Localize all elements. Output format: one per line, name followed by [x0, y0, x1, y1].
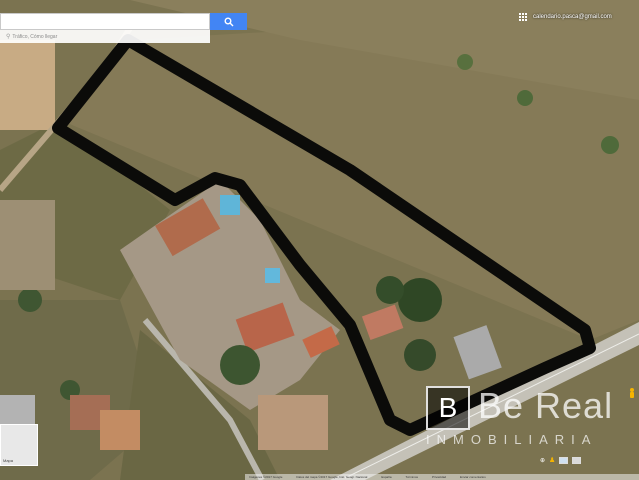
account-bar: calendario.pasca@gmail.com: [519, 13, 612, 21]
map-layer-toggle[interactable]: Mapa: [0, 424, 38, 466]
attribution-bar: Imágenes ©2017 Google Datos del mapa ©20…: [245, 474, 639, 480]
fullscreen-icon[interactable]: [572, 456, 582, 464]
attribution-country[interactable]: España: [381, 475, 391, 479]
attribution-imagery: Imágenes ©2017 Google: [249, 475, 283, 479]
brand-logo-letter: B: [426, 386, 470, 430]
attribution-terms-link[interactable]: Términos: [406, 475, 419, 479]
search-button[interactable]: [210, 13, 247, 30]
layer-icon[interactable]: [559, 456, 569, 464]
pegman-icon[interactable]: [628, 388, 636, 400]
attribution-feedback-link[interactable]: Enviar comentarios: [460, 475, 486, 479]
pegman-small-icon[interactable]: ♟: [549, 456, 555, 464]
apps-grid-icon[interactable]: [519, 13, 527, 21]
map-layer-label: Mapa: [3, 458, 14, 463]
location-pin-icon: ⚲: [6, 34, 11, 40]
directions-hint[interactable]: ⚲ Tráfico, Cómo llegar: [0, 30, 210, 43]
search-box[interactable]: [0, 13, 213, 35]
brand-tagline: INMOBILIARIA: [426, 432, 598, 447]
attribution-data: Datos del mapa ©2017 Google, Inst. Geogr…: [296, 475, 368, 479]
bare-plot: [0, 40, 55, 130]
brand-watermark: B Be Real: [426, 386, 613, 430]
account-email[interactable]: calendario.pasca@gmail.com: [533, 14, 612, 20]
search-icon: [224, 17, 233, 26]
attribution-privacy-link[interactable]: Privacidad: [432, 475, 446, 479]
zoom-icon[interactable]: ⊕: [540, 457, 545, 464]
brand-name: Be Real: [478, 385, 614, 426]
map-tools: ⊕ ♟: [540, 456, 582, 464]
directions-hint-text: Tráfico, Cómo llegar: [12, 33, 58, 40]
